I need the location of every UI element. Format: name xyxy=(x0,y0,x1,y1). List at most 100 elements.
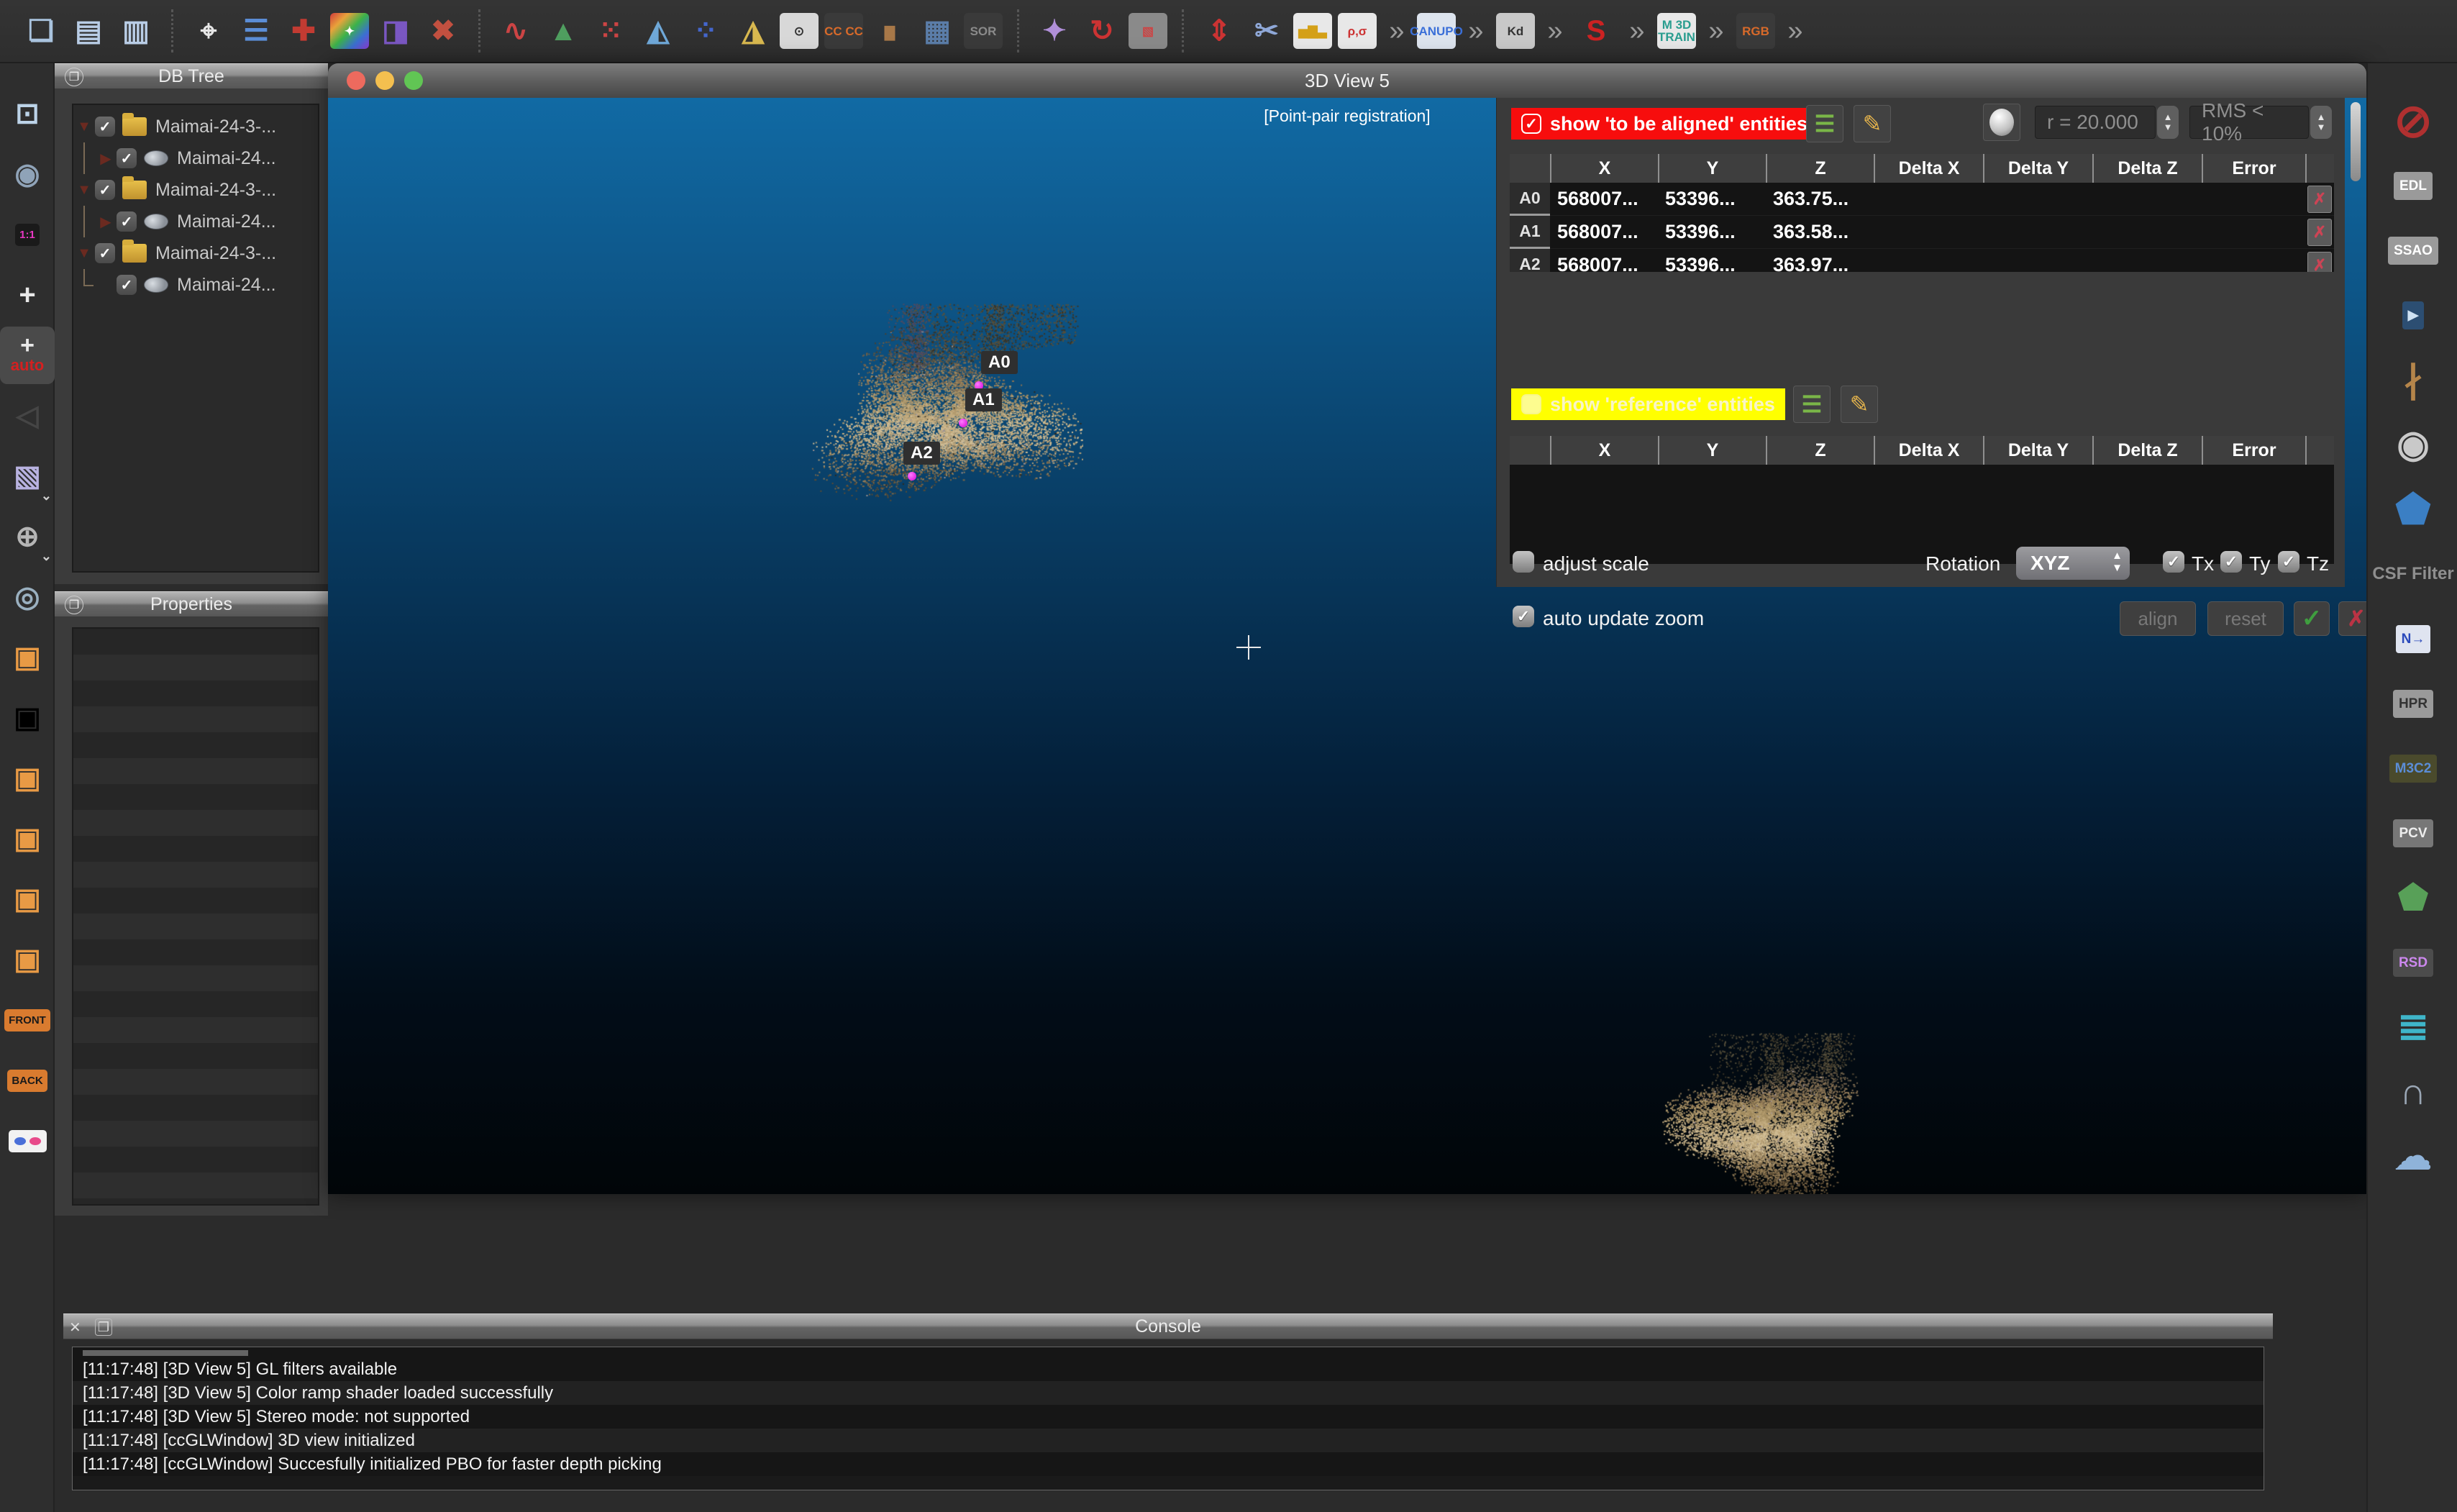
mesh-delaunay-icon[interactable]: ◭ xyxy=(637,10,679,52)
zoom-1-1-icon[interactable]: 1:1 xyxy=(0,206,55,263)
sample-points-icon[interactable]: ⁘ xyxy=(685,10,726,52)
rsd-plugin-icon[interactable]: RSD xyxy=(2368,934,2457,991)
polyline-trace-icon[interactable]: ∿ xyxy=(495,10,537,52)
show-aligned-entities-toggle[interactable]: ✓ show 'to be aligned' entities xyxy=(1511,108,1818,140)
tree-expand-arrow-icon[interactable]: ▼ xyxy=(73,119,95,135)
aligned-pick-from-db-button[interactable]: ☰ xyxy=(1806,105,1843,142)
close-button[interactable] xyxy=(347,71,365,90)
tree-row-maimai-24-3-[interactable]: ▼✓Maimai-24-3-... xyxy=(73,237,318,269)
magic-wand-icon[interactable]: ✦ xyxy=(1034,10,1075,52)
hpr-plugin-icon[interactable]: HPR xyxy=(2368,675,2457,732)
pick-point-icon[interactable]: ⌖ xyxy=(188,10,229,52)
overflow-chevron-icon[interactable]: » xyxy=(1382,16,1411,47)
normals-arrow-icon[interactable]: N→ xyxy=(2368,610,2457,668)
compass-plugin-icon[interactable]: ◉ xyxy=(2368,416,2457,473)
tree-expand-arrow-icon[interactable]: ▶ xyxy=(95,213,117,231)
tree-visibility-checkbox[interactable]: ✓ xyxy=(95,180,115,200)
kd-tree-plugin-icon[interactable]: Kd xyxy=(1496,13,1535,49)
iso-back-icon[interactable]: BACK xyxy=(0,1052,55,1109)
tree-visibility-checkbox[interactable]: ✓ xyxy=(95,117,115,137)
tree-item-label[interactable]: Maimai-24... xyxy=(177,211,276,232)
tree-visibility-checkbox[interactable]: ✓ xyxy=(117,275,137,295)
reference-pick-from-db-button[interactable]: ☰ xyxy=(1793,386,1831,423)
stereo-glasses-icon[interactable] xyxy=(0,1112,55,1170)
octree-icon[interactable]: ⁙ xyxy=(590,10,632,52)
reference-edit-button[interactable]: ✎ xyxy=(1841,386,1878,423)
auto-update-zoom-checkbox[interactable]: ✓ xyxy=(1513,606,1534,627)
rotation-dropdown[interactable]: XYZ ▲▼ xyxy=(2016,547,2130,580)
radius-stepper[interactable]: ▲▼ xyxy=(2157,106,2179,139)
checker-subsample-icon[interactable]: ▦ xyxy=(916,10,958,52)
rms-stepper[interactable]: ▲▼ xyxy=(2310,106,2332,139)
clipping-box-icon[interactable]: ▧ xyxy=(1129,13,1167,49)
tree-row-maimai-24-3-[interactable]: ▼✓Maimai-24-3-... xyxy=(73,174,318,206)
aligned-point-row[interactable]: A2568007...53396...363.97...✗ xyxy=(1510,249,2334,272)
rgb-plugin-icon[interactable]: RGB xyxy=(1736,13,1775,49)
view-bottom-icon[interactable]: ▣ xyxy=(0,689,55,747)
iso-front-icon[interactable]: FRONT xyxy=(0,991,55,1049)
tree-expand-arrow-icon[interactable]: ▶ xyxy=(95,150,117,168)
3d-viewport[interactable]: [Point-pair registration] A0A1A2 2.5 X Y… xyxy=(328,98,2366,1194)
tree-item-label[interactable]: Maimai-24... xyxy=(177,275,276,296)
overflow-chevron-icon[interactable]: » xyxy=(1781,16,1810,47)
view-top-icon[interactable]: ▣ xyxy=(0,629,55,686)
ssao-filter-icon[interactable]: SSAO xyxy=(2368,222,2457,279)
refresh-display-icon[interactable]: ⊡ xyxy=(0,85,55,142)
animation-plugin-icon[interactable]: ▶ xyxy=(2368,286,2457,344)
segment-scissors-icon[interactable]: ✂ xyxy=(1246,10,1287,52)
overflow-chevron-icon[interactable]: » xyxy=(1462,16,1490,47)
minimize-button[interactable] xyxy=(375,71,394,90)
footprint-icon[interactable]: ∎ xyxy=(869,10,911,52)
tree-expand-arrow-icon[interactable]: ▼ xyxy=(73,245,95,262)
pcv-plugin-icon[interactable]: PCV xyxy=(2368,804,2457,862)
point-list-picking-icon[interactable]: ⊙ xyxy=(780,13,819,49)
pick-rotation-center-icon[interactable]: + xyxy=(0,266,55,324)
overflow-chevron-icon[interactable]: » xyxy=(1623,16,1651,47)
histogram-icon[interactable]: ▅▇▃ xyxy=(1293,13,1332,49)
aligned-point-row[interactable]: A0568007...53396...363.75...✗ xyxy=(1510,183,2334,216)
tree-item-label[interactable]: Maimai-24... xyxy=(177,148,276,169)
cloud-ruler-plugin-icon[interactable]: ☁ xyxy=(2368,1128,2457,1185)
colors-icon[interactable]: ✦ xyxy=(330,13,369,49)
reset-button[interactable]: reset xyxy=(2207,601,2284,636)
train-3dmasc-plugin-icon[interactable]: M 3D TRAIN xyxy=(1657,13,1696,49)
disable-gl-filter-icon[interactable]: ⊘ xyxy=(2368,92,2457,150)
tree-item-label[interactable]: Maimai-24-3-... xyxy=(155,117,276,137)
view-left-icon[interactable]: ▣ xyxy=(0,870,55,928)
console-log-list[interactable]: [11:17:48] [3D View 5] GL filters availa… xyxy=(72,1347,2264,1490)
float-panel-icon[interactable]: ❐ xyxy=(65,596,83,614)
edl-filter-icon[interactable]: EDL xyxy=(2368,157,2457,214)
apply-transformation-icon[interactable]: ☰ xyxy=(235,10,277,52)
rms-spinbox[interactable]: RMS < 10% xyxy=(2189,106,2309,139)
tree-expand-arrow-icon[interactable]: ▼ xyxy=(73,182,95,199)
float-panel-icon[interactable]: ❐ xyxy=(95,1319,112,1336)
canupo-plugin-icon[interactable]: CANUPO xyxy=(1417,13,1456,49)
open-file-icon[interactable]: ❏ xyxy=(20,10,62,52)
aligned-point-cloud[interactable] xyxy=(803,299,1083,515)
ty-checkbox[interactable]: ✓ xyxy=(2220,551,2242,573)
aligned-edit-button[interactable]: ✎ xyxy=(1854,105,1891,142)
compute-normals-icon[interactable]: ▲ xyxy=(542,10,584,52)
tree-row-maimai-24-3-[interactable]: ▼✓ Maimai-24-3-... xyxy=(73,111,318,142)
layers-plugin-icon[interactable]: ≣ xyxy=(2368,998,2457,1056)
tree-item-label[interactable]: Maimai-24-3-... xyxy=(155,243,276,264)
view-back-icon[interactable]: ▣ xyxy=(0,810,55,867)
interpolate-icon[interactable]: ◨ xyxy=(375,10,416,52)
validate-button[interactable]: ✓ xyxy=(2294,601,2330,636)
s-curve-plugin-icon[interactable]: S xyxy=(1575,10,1617,52)
float-panel-icon[interactable]: ❐ xyxy=(65,68,83,86)
rotate-view-sphere-icon[interactable]: ⊕⌄ xyxy=(0,508,55,565)
auto-pick-center-icon[interactable]: +auto xyxy=(0,327,55,384)
align-button[interactable]: align xyxy=(2120,601,2196,636)
delete-point-button[interactable]: ✗ xyxy=(2307,252,2332,273)
show-reference-entities-toggle[interactable]: show 'reference' entities xyxy=(1511,388,1785,420)
screenshot-camera-icon[interactable]: ◉ xyxy=(0,145,55,203)
save-all-icon[interactable]: ▥ xyxy=(115,10,157,52)
rotate-axes-icon[interactable]: ↻ xyxy=(1081,10,1123,52)
m3c2-plugin-icon[interactable]: M3C2 xyxy=(2368,739,2457,797)
csf-filter-shield-icon[interactable]: ⬟ xyxy=(2368,481,2457,538)
aligned-checkbox[interactable]: ✓ xyxy=(1521,114,1541,134)
adjust-scale-checkbox[interactable] xyxy=(1513,551,1534,573)
mesh-quality-icon[interactable]: ◮ xyxy=(732,10,774,52)
sor-filter-icon[interactable]: SOR xyxy=(964,13,1003,49)
